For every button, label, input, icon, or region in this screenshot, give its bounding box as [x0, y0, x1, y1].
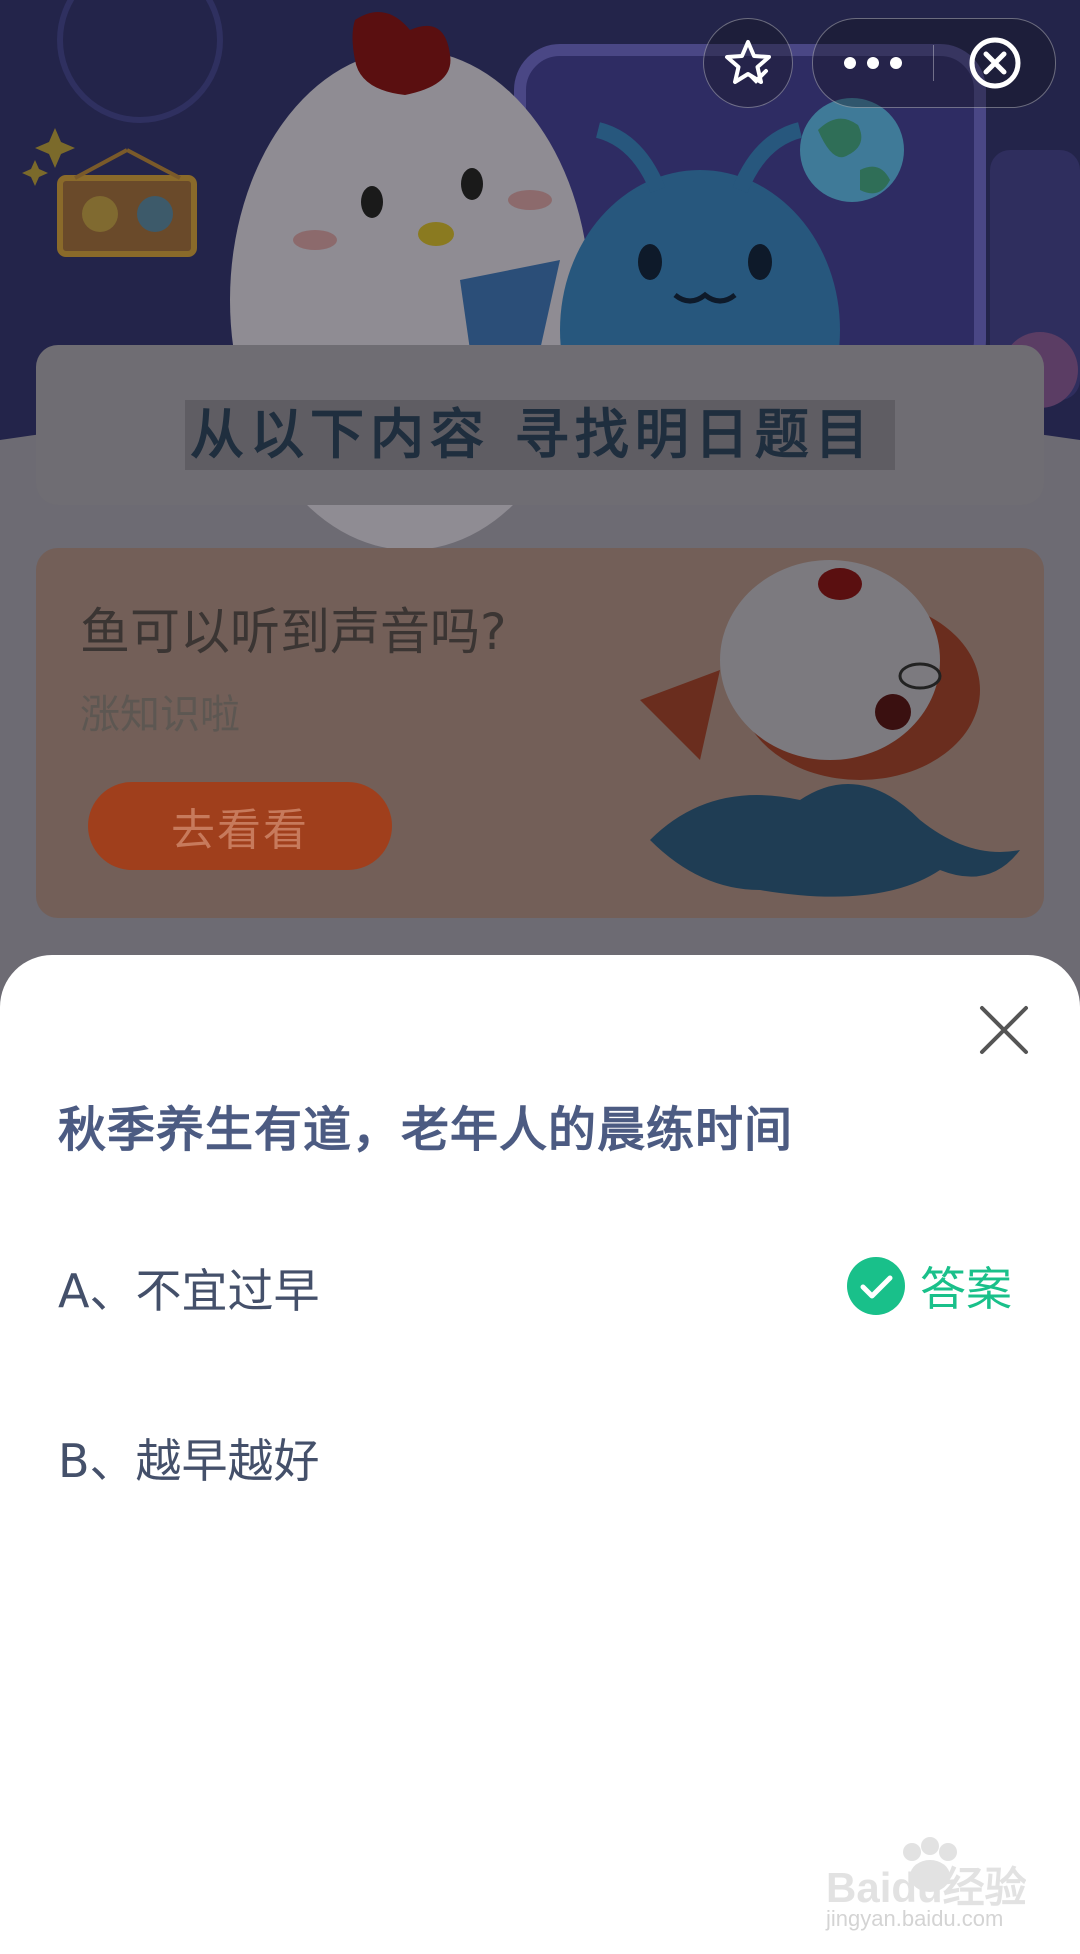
close-x-icon[interactable]	[978, 1004, 1030, 1056]
more-dots-icon	[844, 57, 902, 69]
option-a[interactable]: A、不宜过早	[58, 1255, 319, 1321]
card-subtitle: 涨知识啦	[80, 692, 240, 738]
star-check-icon	[725, 40, 771, 84]
close-circle-icon	[969, 37, 1020, 89]
more-button[interactable]	[813, 19, 933, 107]
watermark-brand: Baidu经验	[826, 1864, 1026, 1911]
mini-program-capsule	[812, 18, 1056, 108]
check-circle-icon	[847, 1257, 905, 1315]
favorite-button[interactable]	[703, 18, 793, 108]
watermark-url: jingyan.baidu.com	[826, 1906, 1004, 1931]
banner-title: 从以下内容 寻找明日题目	[190, 403, 875, 466]
go-see-button[interactable]: 去看看	[88, 782, 392, 870]
quiz-question: 秋季养生有道，老年人的晨练时间	[58, 1102, 794, 1158]
option-b[interactable]: B、越早越好	[58, 1425, 320, 1491]
answer-tag: 答案	[846, 1256, 1012, 1316]
card-title[interactable]: 鱼可以听到声音吗?	[80, 592, 507, 664]
close-mini-program-button[interactable]	[934, 19, 1055, 107]
answer-label: 答案	[920, 1262, 1012, 1316]
